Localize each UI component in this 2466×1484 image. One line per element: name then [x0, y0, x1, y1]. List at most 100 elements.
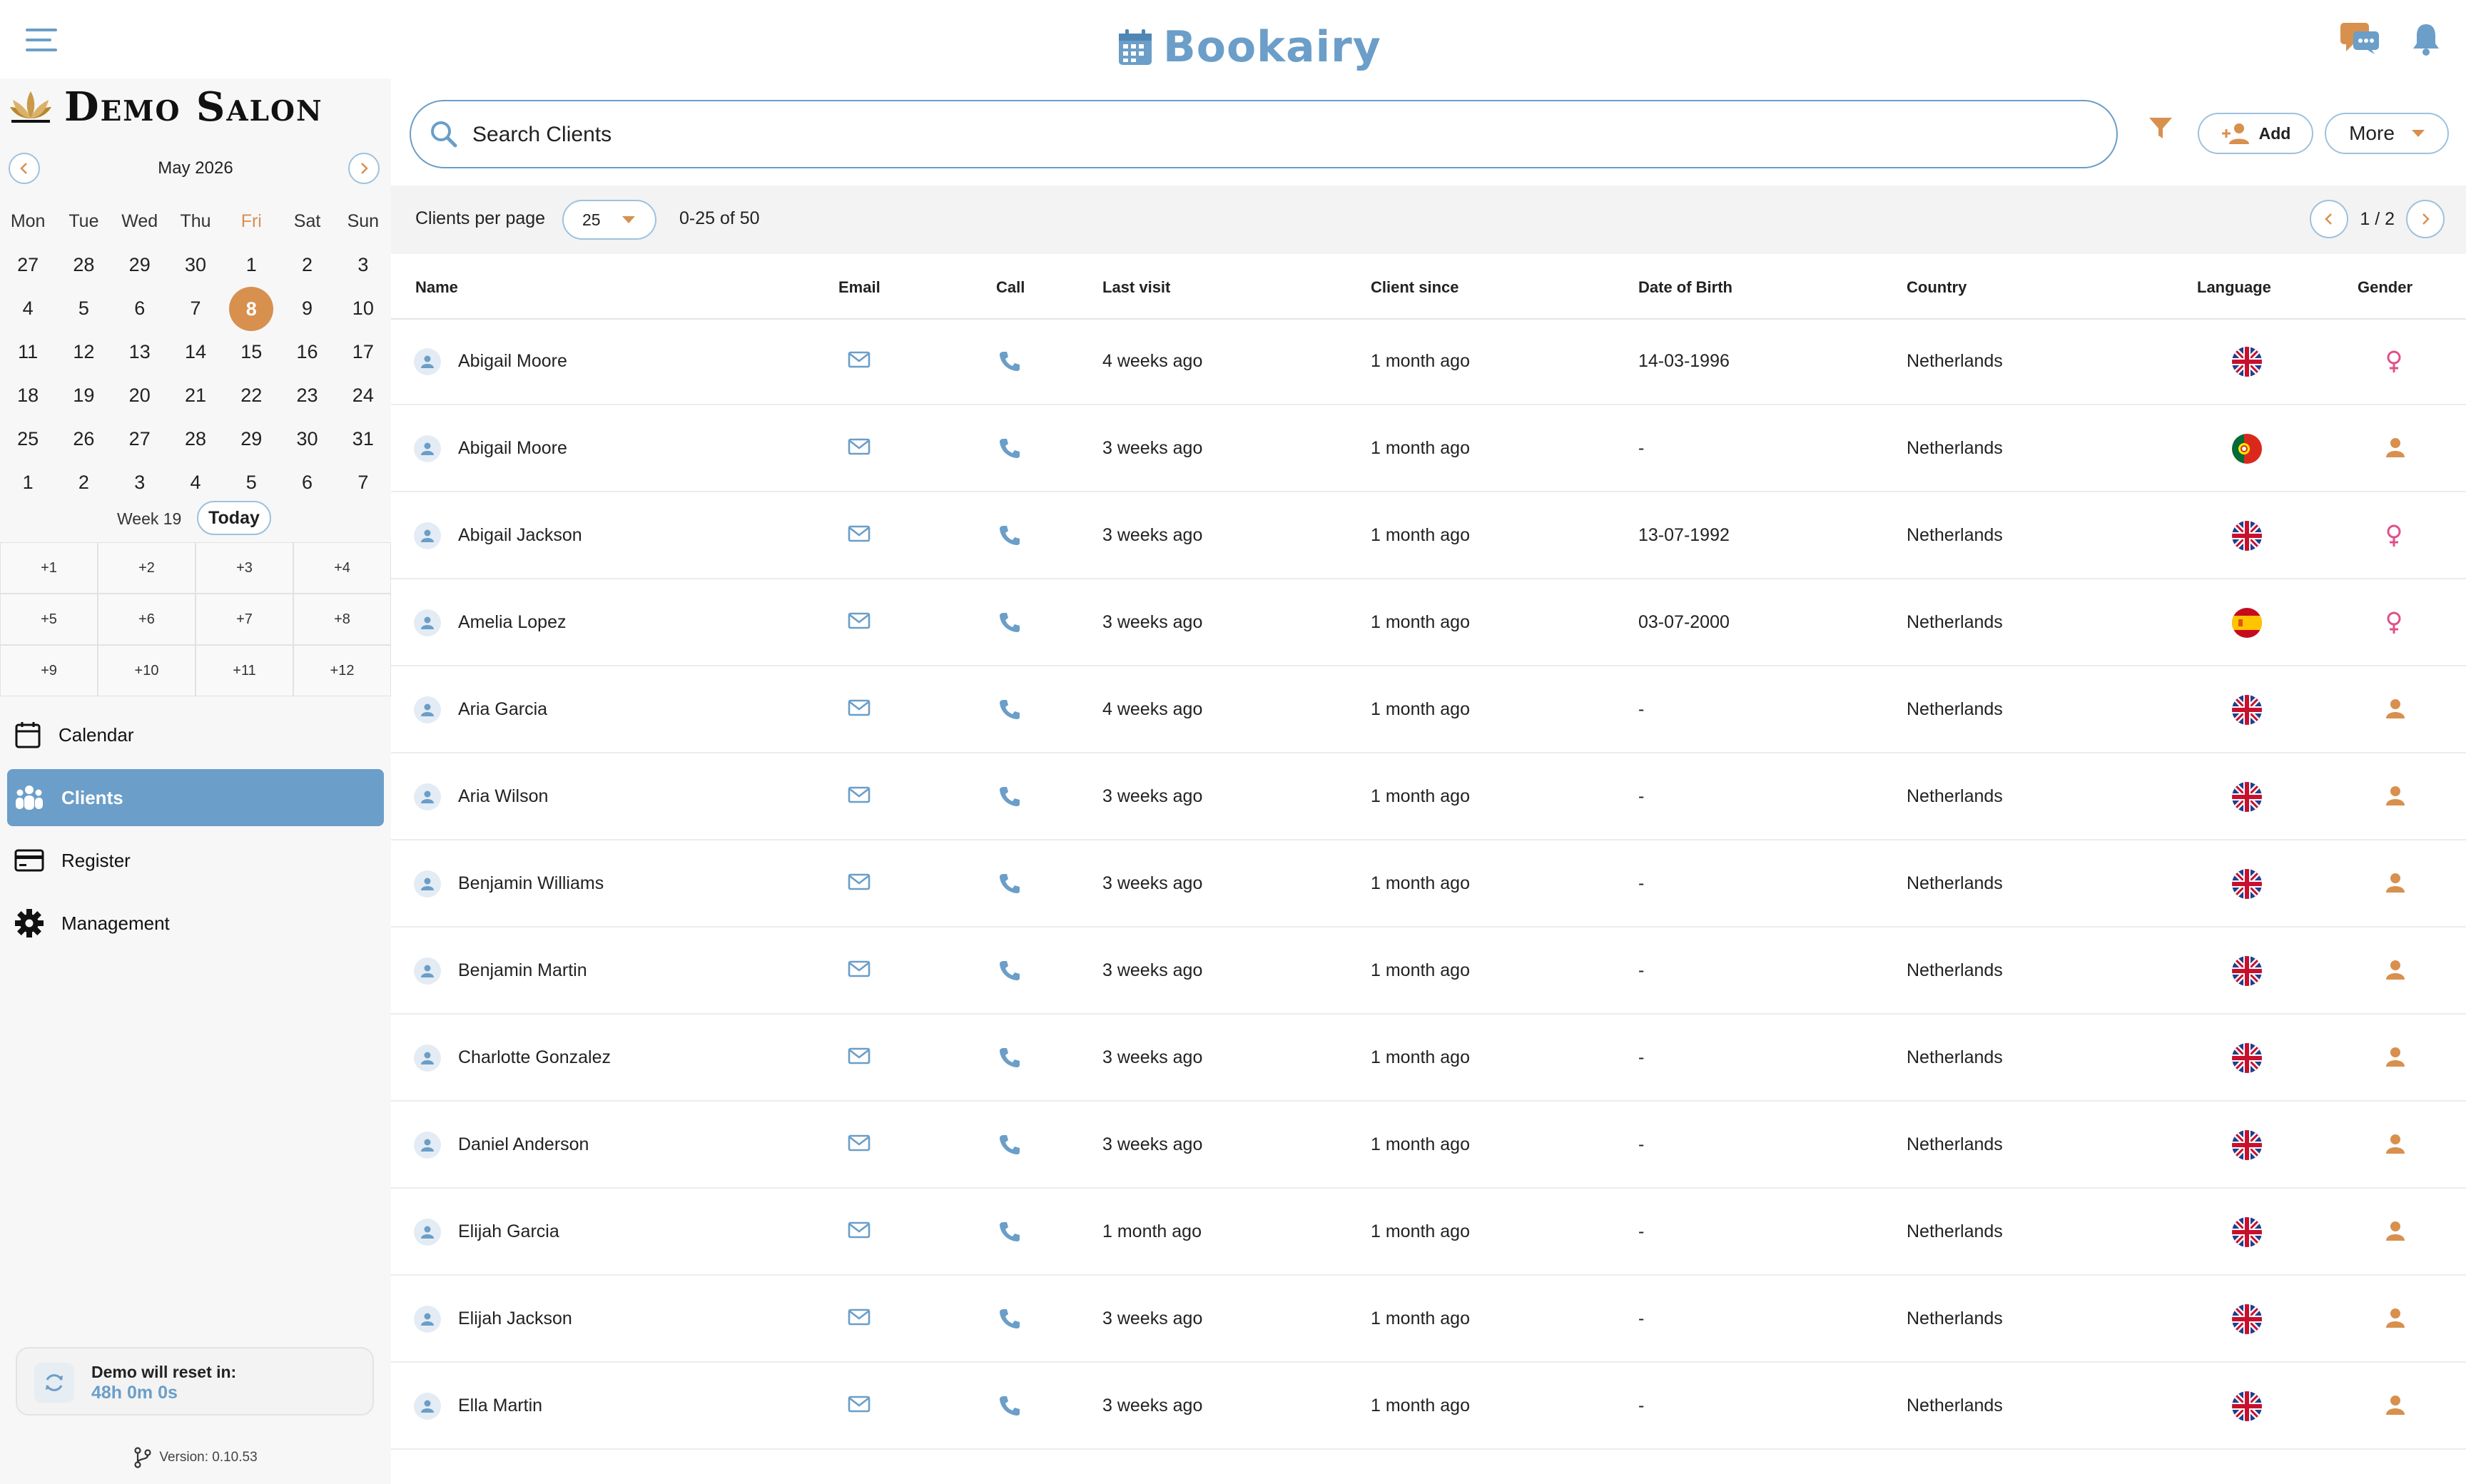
email-icon[interactable] [848, 524, 871, 543]
calendar-day[interactable]: 20 [112, 385, 168, 407]
calendar-day[interactable]: 28 [168, 428, 223, 450]
client-name[interactable]: Daniel Anderson [458, 1134, 589, 1155]
email-icon[interactable] [848, 873, 871, 891]
table-row[interactable]: Aria Wilson 3 weeks ago 1 month ago - Nether… [391, 753, 2466, 840]
client-name[interactable]: Abigail Moore [458, 351, 567, 372]
calendar-day[interactable]: 6 [112, 298, 168, 320]
calendar-day[interactable]: 5 [56, 298, 111, 320]
table-row[interactable]: Amelia Lopez 3 weeks ago 1 month ago 03-07-… [391, 579, 2466, 666]
week-offset-button[interactable]: +10 [98, 645, 196, 696]
week-offset-button[interactable]: +5 [0, 594, 98, 645]
table-row[interactable]: Charlotte Gonzalez 3 weeks ago 1 month ago… [391, 1015, 2466, 1102]
phone-icon[interactable] [999, 1308, 1020, 1329]
week-offset-button[interactable]: +6 [98, 594, 196, 645]
client-name[interactable]: Abigail Moore [458, 438, 567, 459]
calendar-day[interactable]: 3 [112, 472, 168, 494]
table-row[interactable]: Aria Garcia 4 weeks ago 1 month ago - Nether… [391, 666, 2466, 753]
filter-icon[interactable] [2148, 116, 2173, 141]
table-row[interactable]: Elijah Garcia 1 month ago 1 month ago - Neth… [391, 1189, 2466, 1276]
client-name[interactable]: Amelia Lopez [458, 612, 566, 633]
email-icon[interactable] [848, 1047, 871, 1065]
email-icon[interactable] [848, 1221, 871, 1239]
col-name[interactable]: Name [415, 278, 458, 297]
client-name[interactable]: Ella Martin [458, 1396, 542, 1416]
calendar-day[interactable]: 6 [279, 472, 335, 494]
email-icon[interactable] [848, 698, 871, 717]
calendar-day[interactable]: 24 [335, 385, 391, 407]
week-offset-button[interactable]: +1 [0, 542, 98, 594]
client-name[interactable]: Benjamin Martin [458, 960, 587, 981]
nav-item-calendar[interactable]: Calendar [7, 706, 384, 763]
calendar-day[interactable]: 12 [56, 341, 111, 363]
phone-icon[interactable] [999, 698, 1020, 720]
table-row[interactable]: Abigail Moore 4 weeks ago 1 month ago 14-03… [391, 318, 2466, 405]
calendar-day[interactable]: 9 [279, 298, 335, 320]
email-icon[interactable] [848, 437, 871, 456]
today-button[interactable]: Today [197, 501, 271, 535]
table-row[interactable]: Abigail Jackson 3 weeks ago 1 month ago 13-… [391, 492, 2466, 579]
col-date-of-birth[interactable]: Date of Birth [1638, 278, 1732, 297]
calendar-day[interactable]: 10 [335, 298, 391, 320]
next-page-button[interactable] [2406, 200, 2445, 238]
col-last-visit[interactable]: Last visit [1102, 278, 1170, 297]
week-offset-button[interactable]: +2 [98, 542, 196, 594]
week-offset-button[interactable]: +4 [293, 542, 391, 594]
calendar-day[interactable]: 25 [0, 428, 56, 450]
calendar-day[interactable]: 16 [279, 341, 335, 363]
week-offset-button[interactable]: +12 [293, 645, 391, 696]
phone-icon[interactable] [999, 873, 1020, 894]
client-name[interactable]: Elijah Jackson [458, 1308, 572, 1329]
calendar-day[interactable]: 7 [168, 298, 223, 320]
phone-icon[interactable] [999, 1395, 1020, 1416]
email-icon[interactable] [848, 1395, 871, 1413]
client-name[interactable]: Benjamin Williams [458, 873, 604, 894]
calendar-day[interactable]: 27 [0, 254, 56, 276]
calendar-day[interactable]: 4 [0, 298, 56, 320]
table-row[interactable]: Elijah Jackson 3 weeks ago 1 month ago - Net… [391, 1276, 2466, 1363]
calendar-day[interactable]: 2 [56, 472, 111, 494]
phone-icon[interactable] [999, 437, 1020, 459]
calendar-day[interactable]: 27 [112, 428, 168, 450]
email-icon[interactable] [848, 350, 871, 369]
calendar-day[interactable]: 29 [112, 254, 168, 276]
calendar-day[interactable]: 5 [223, 472, 279, 494]
selected-day[interactable]: 8 [229, 286, 274, 331]
week-offset-button[interactable]: +8 [293, 594, 391, 645]
phone-icon[interactable] [999, 960, 1020, 981]
calendar-day[interactable]: 31 [335, 428, 391, 450]
nav-item-management[interactable]: Management [7, 895, 384, 952]
calendar-day[interactable]: 8 [223, 286, 279, 331]
calendar-day[interactable]: 19 [56, 385, 111, 407]
calendar-day[interactable]: 14 [168, 341, 223, 363]
search-bar[interactable] [410, 100, 2118, 168]
calendar-day[interactable]: 1 [0, 472, 56, 494]
client-name[interactable]: Aria Wilson [458, 786, 548, 807]
email-icon[interactable] [848, 960, 871, 978]
calendar-day[interactable]: 4 [168, 472, 223, 494]
calendar-day[interactable]: 28 [56, 254, 111, 276]
calendar-day[interactable]: 15 [223, 341, 279, 363]
calendar-day[interactable]: 18 [0, 385, 56, 407]
col-email[interactable]: Email [838, 278, 881, 297]
col-client-since[interactable]: Client since [1371, 278, 1458, 297]
calendar-day[interactable]: 26 [56, 428, 111, 450]
phone-icon[interactable] [999, 1047, 1020, 1068]
table-row[interactable]: Abigail Moore 3 weeks ago 1 month ago - Neth… [391, 405, 2466, 492]
next-month-button[interactable] [348, 153, 380, 184]
week-offset-button[interactable]: +9 [0, 645, 98, 696]
client-name[interactable]: Aria Garcia [458, 699, 547, 720]
email-icon[interactable] [848, 1134, 871, 1152]
nav-item-register[interactable]: Register [7, 832, 384, 889]
per-page-select[interactable]: 25 [562, 200, 656, 240]
phone-icon[interactable] [999, 611, 1020, 633]
add-client-button[interactable]: Add [2198, 113, 2313, 154]
calendar-day[interactable]: 13 [112, 341, 168, 363]
calendar-day[interactable]: 11 [0, 341, 56, 363]
table-row[interactable]: Ella Martin 3 weeks ago 1 month ago - Nether… [391, 1363, 2466, 1450]
email-icon[interactable] [848, 786, 871, 804]
table-row[interactable]: Benjamin Martin 3 weeks ago 1 month ago - Ne… [391, 928, 2466, 1015]
col-gender[interactable]: Gender [2358, 278, 2412, 297]
bell-icon[interactable] [2412, 21, 2440, 56]
calendar-day[interactable]: 2 [279, 254, 335, 276]
week-offset-button[interactable]: +3 [196, 542, 293, 594]
